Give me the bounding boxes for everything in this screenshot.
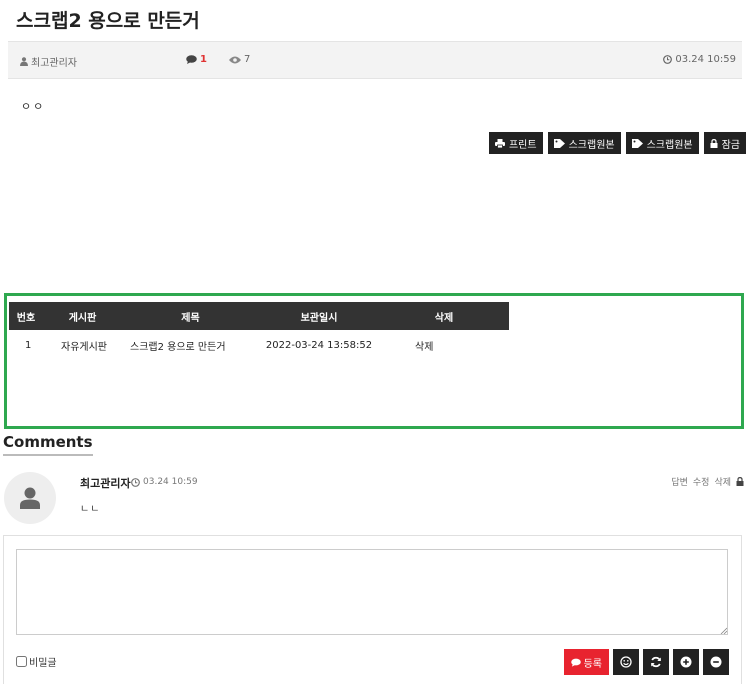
post-title: 스크랩2 용으로 만든거 [16,10,200,32]
table-row: 1 자유게시판 스크랩2 용으로 만든거 2022-03-24 13:58:52… [9,330,509,360]
post-datetime-info: 03.24 10:59 [663,54,736,65]
secret-label: 비밀글 [29,658,57,669]
tag-icon [631,138,643,148]
expand-textarea-button[interactable] [673,649,699,675]
view-count-info: 7 [229,54,250,65]
scrap-original-button-1[interactable]: 스크랩원본 [547,132,621,154]
comment-icon [570,658,581,667]
lock-button-label: 잠금 [721,139,740,151]
comment-datetime-info: 03.24 10:59 [131,477,198,487]
resize-grip-icon[interactable] [720,627,727,634]
scrap-original-button-2-label: 스크랩원본 [646,139,693,151]
comment-reply-link[interactable]: 답변 [671,475,688,488]
header-no: 번호 [9,302,43,330]
lock-icon [736,477,744,486]
post-meta-bar: 최고관리자 1 7 03.24 10:59 [8,41,742,79]
clock-icon [131,477,140,487]
clock-icon [663,55,673,64]
scrap-list-panel: 번호 게시판 제목 보관일시 삭제 1 자유게시판 스크랩2 용으로 만든거 2… [4,293,744,429]
user-icon [20,57,28,66]
lock-icon [710,138,718,148]
secret-option: 비밀글 [16,654,57,669]
comment-count: 1 [200,54,207,65]
view-count: 7 [244,54,251,65]
comment-icon [186,55,197,64]
comment-text: ㄴㄴ [80,504,101,515]
shrink-textarea-button[interactable] [703,649,729,675]
scrap-original-button-1-label: 스크랩원본 [568,139,615,151]
comment-actions: 답변 수정 삭제 [671,475,744,488]
post-action-buttons: 프린트 스크랩원본 스크랩원본 잠금 [488,132,746,154]
print-button[interactable]: 프린트 [488,132,543,154]
row-board: 자유게시판 [61,341,107,353]
scrap-original-button-2[interactable]: 스크랩원본 [625,132,699,154]
secret-checkbox[interactable] [16,656,27,667]
user-silhouette-icon [20,487,40,509]
row-subject-link[interactable]: 스크랩2 용으로 만든거 [122,330,259,360]
post-body: ㅇㅇ [21,100,46,113]
submit-comment-button[interactable]: 등록 [563,649,609,675]
submit-comment-label: 등록 [583,658,602,670]
refresh-icon [651,656,661,668]
smile-icon [620,656,632,668]
avatar [4,472,56,524]
comments-heading: Comments [3,433,93,456]
minus-circle-icon [710,656,722,668]
print-icon [494,138,505,148]
comment-textarea[interactable] [16,549,728,635]
post-author: 최고관리자 [31,58,77,69]
comment-author: 최고관리자 [80,477,131,490]
comment-edit-link[interactable]: 수정 [693,475,710,488]
row-delete-link[interactable]: 삭제 [379,330,509,360]
post-datetime: 03.24 10:59 [675,54,736,65]
header-board: 게시판 [43,302,122,330]
comment-form-tools: 등록 [563,649,729,675]
scrap-table-header-row: 번호 게시판 제목 보관일시 삭제 [9,302,509,330]
header-saved-at: 보관일시 [259,302,379,330]
lock-button[interactable]: 잠금 [703,132,746,154]
print-button-label: 프린트 [508,139,537,151]
tag-icon [553,138,565,148]
author-info: 최고관리자 [20,54,77,69]
emoticon-button[interactable] [613,649,639,675]
row-saved-at: 2022-03-24 13:58:52 [265,339,373,351]
comment-delete-link[interactable]: 삭제 [714,475,731,488]
header-subject: 제목 [122,302,259,330]
row-no: 1 [25,339,32,351]
eye-icon [229,56,241,63]
comment-datetime: 03.24 10:59 [143,477,198,487]
comment-write-form: 비밀글 등록 [3,535,742,684]
header-delete: 삭제 [379,302,509,330]
comment-count-info: 1 [186,54,207,65]
plus-circle-icon [680,656,692,668]
refresh-button[interactable] [643,649,669,675]
scrap-table: 번호 게시판 제목 보관일시 삭제 1 자유게시판 스크랩2 용으로 만든거 2… [9,302,509,360]
